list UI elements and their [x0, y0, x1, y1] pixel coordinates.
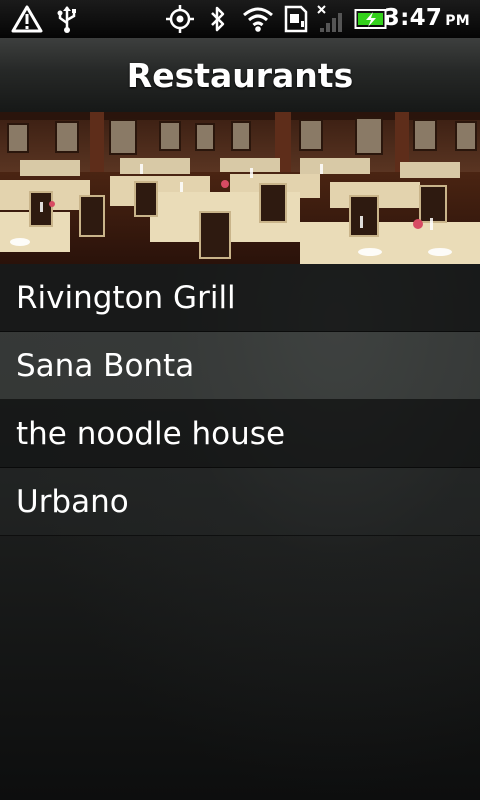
clock-ampm: PM — [445, 13, 470, 29]
list-item[interactable]: the noodle house — [0, 400, 480, 468]
sd-card-icon — [282, 4, 310, 34]
bluetooth-icon — [207, 4, 229, 34]
page-title: Restaurants — [126, 55, 354, 95]
list-item[interactable]: Rivington Grill — [0, 264, 480, 332]
title-bar: Restaurants — [0, 38, 480, 113]
restaurant-banner-image — [0, 112, 480, 264]
restaurant-name: Urbano — [16, 483, 129, 520]
app-screen: 3:47 PM Restaurants Rivington Grill Sana… — [0, 0, 480, 800]
clock-time: 3:47 — [383, 5, 443, 31]
usb-icon — [54, 4, 80, 34]
gps-icon — [163, 4, 197, 34]
status-bar: 3:47 PM — [0, 0, 480, 38]
restaurant-name: Rivington Grill — [16, 279, 236, 316]
restaurant-list: Rivington Grill Sana Bonta the noodle ho… — [0, 264, 480, 536]
wifi-icon — [241, 4, 275, 34]
restaurant-name: Sana Bonta — [16, 347, 195, 384]
list-item[interactable]: Sana Bonta — [0, 332, 480, 400]
warning-icon — [10, 4, 44, 34]
status-clock: 3:47 PM — [384, 5, 470, 31]
list-item[interactable]: Urbano — [0, 468, 480, 536]
restaurant-name: the noodle house — [16, 415, 286, 452]
no-signal-icon — [316, 4, 348, 34]
